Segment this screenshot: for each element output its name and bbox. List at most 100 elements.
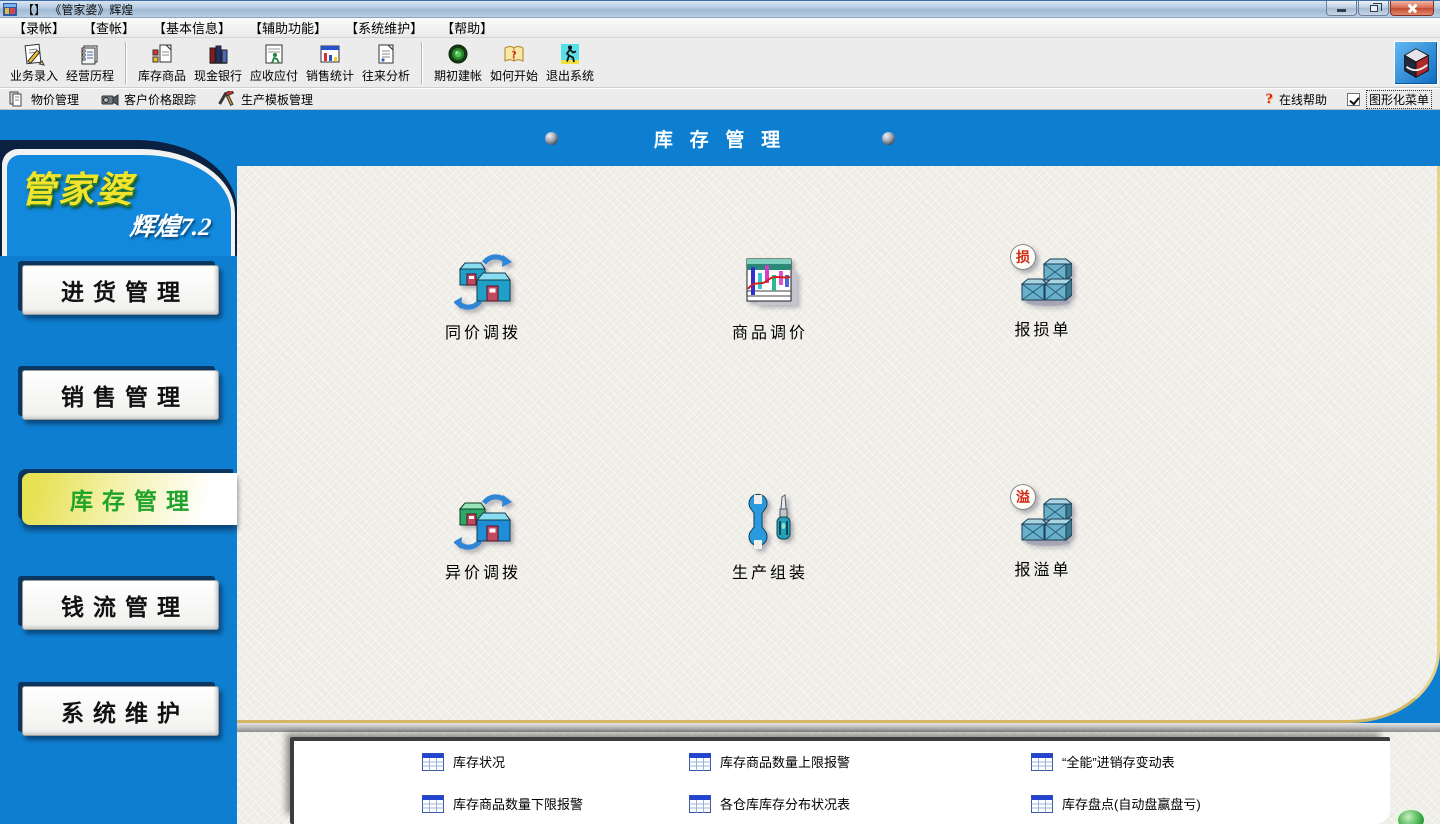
toolbar-label: 库存商品 [138,67,186,84]
exit-running-person-icon [558,42,582,66]
brand-name: 管家婆 [20,161,134,213]
toolbar-how-to-start-button[interactable]: ? 如何开始 [486,40,542,86]
horizontal-divider [237,723,1440,732]
brand-version: 辉煌7.2 [128,207,213,243]
wrench-screwdriver-icon [741,493,799,551]
feature-label: 异价调拨 [413,559,553,583]
report-inventory-status[interactable]: 库存状况 [422,752,505,771]
app-icon [3,3,17,16]
toolbar-contact-analysis-button[interactable]: 往来分析 [358,40,414,86]
loss-badge: 损 [1010,244,1036,270]
price-manage-label: 物价管理 [31,91,79,108]
report-label: 库存商品数量下限报警 [453,794,583,813]
toolbar-receivable-payable-button[interactable]: 应收应付 [246,40,302,86]
table-icon [689,753,711,771]
goods-document-icon [150,42,174,66]
receivable-person-icon [262,42,286,66]
toolbar-label: 应收应付 [250,67,298,84]
content-surface [237,166,1440,723]
help-book-icon: ? [502,42,526,66]
feature-product-price-adjust[interactable]: 商品调价 [700,253,840,343]
online-help-button[interactable]: 在线帮助 [1279,91,1327,108]
ledger-book-icon [78,42,102,66]
feature-overflow-report[interactable]: 溢 报溢单 [973,490,1113,580]
toolbar-inventory-goods-button[interactable]: 库存商品 [134,40,190,86]
toolbar-business-history-button[interactable]: 经营历程 [62,40,118,86]
production-template-button[interactable]: 生产模板管理 [218,91,313,108]
restore-icon [1370,5,1378,12]
menu-item-help[interactable]: 【帮助】 [432,18,502,37]
toolbar-exit-system-button[interactable]: 退出系统 [542,40,598,86]
minimize-button[interactable] [1326,1,1357,16]
production-template-label: 生产模板管理 [241,91,313,108]
sidebar: 管家婆 辉煌7.2 进货管理 销售管理 库存管理 钱流管理 系统维护 [0,110,237,824]
toolbar-business-entry-button[interactable]: 业务录入 [6,40,62,86]
report-lower-limit-alarm[interactable]: 库存商品数量下限报警 [422,794,583,813]
sidebar-item-cashflow[interactable]: 钱流管理 [22,580,219,630]
menu-item-basic-info[interactable]: 【基本信息】 [144,18,240,37]
feature-label: 报损单 [973,316,1113,340]
feature-label: 同价调拨 [413,319,553,343]
target-globe-icon [446,42,470,66]
report-all-in-one-change-table[interactable]: “全能”进销存变动表 [1031,752,1175,771]
toolbar-label: 如何开始 [490,67,538,84]
report-upper-limit-alarm[interactable]: 库存商品数量上限报警 [689,752,850,771]
overflow-badge: 溢 [1010,484,1036,510]
copy-pages-icon [8,91,26,107]
app-window: 【】 《管家婆》辉煌 【录帐】 【查帐】 【基本信息】 【辅助功能】 【系统维护… [0,0,1440,824]
sidebar-item-sales[interactable]: 销售管理 [22,370,219,420]
grasp-cube-logo [1394,41,1438,85]
report-label: 库存盘点(自动盘赢盘亏) [1062,794,1201,813]
reports-panel: 库存状况 库存商品数量上限报警 “全能”进销存变动表 [290,737,1390,824]
warehouse-transfer-icon [454,253,512,311]
price-chart-icon [741,253,799,311]
toolbar-sales-stats-button[interactable]: 销售统计 [302,40,358,86]
help-question-icon: ? [1265,91,1273,108]
sidebar-item-purchase[interactable]: 进货管理 [22,265,219,315]
toolbar-label: 退出系统 [546,67,594,84]
feature-label: 报溢单 [973,556,1113,580]
customer-price-track-label: 客户价格跟踪 [124,91,196,108]
cube-icon [1397,44,1435,82]
price-manage-button[interactable]: 物价管理 [8,91,79,108]
feature-label: 生产组装 [700,559,840,583]
customer-price-track-button[interactable]: 客户价格跟踪 [101,91,196,108]
menu-bar: 【录帐】 【查帐】 【基本信息】 【辅助功能】 【系统维护】 【帮助】 [0,18,1440,38]
menu-item-record[interactable]: 【录帐】 [4,18,74,37]
cash-bank-icon [206,42,230,66]
menu-item-system-maintain[interactable]: 【系统维护】 [336,18,432,37]
menu-item-auxiliary[interactable]: 【辅助功能】 [240,18,336,37]
graphic-menu-checkbox[interactable] [1347,93,1360,106]
report-label: 各仓库库存分布状况表 [720,794,850,813]
menu-item-query[interactable]: 【查帐】 [74,18,144,37]
sidebar-item-inventory[interactable]: 库存管理 [22,473,237,525]
sidebar-item-system[interactable]: 系统维护 [22,686,219,736]
feature-same-price-transfer[interactable]: 同价调拨 [413,253,553,343]
sphere-decoration-icon [882,132,895,145]
toolbar-label: 往来分析 [362,67,410,84]
svg-text:?: ? [511,49,517,61]
toolbar-separator [125,42,127,84]
close-button[interactable] [1390,1,1434,16]
table-icon [422,795,444,813]
toolbar-label: 业务录入 [10,67,58,84]
report-stocktake[interactable]: 库存盘点(自动盘赢盘亏) [1031,794,1201,813]
feature-loss-report[interactable]: 损 报损单 [973,250,1113,340]
feature-production-assembly[interactable]: 生产组装 [700,493,840,583]
table-icon [1031,795,1053,813]
graphic-menu-label[interactable]: 图形化菜单 [1366,90,1432,109]
restore-button[interactable] [1358,1,1389,16]
report-label: “全能”进销存变动表 [1062,752,1175,771]
minimize-icon [1337,9,1346,12]
titlebar: 【】 《管家婆》辉煌 [0,0,1440,18]
toolbar-cash-bank-button[interactable]: 现金银行 [190,40,246,86]
toolbar-initial-account-button[interactable]: 期初建帐 [430,40,486,86]
sphere-decoration-icon [545,132,558,145]
report-label: 库存状况 [453,752,505,771]
window-title: 【】 《管家婆》辉煌 [22,1,133,18]
report-warehouse-distribution[interactable]: 各仓库库存分布状况表 [689,794,850,813]
camera-icon [101,91,119,107]
feature-diff-price-transfer[interactable]: 异价调拨 [413,493,553,583]
analysis-document-icon [374,42,398,66]
table-icon [422,753,444,771]
